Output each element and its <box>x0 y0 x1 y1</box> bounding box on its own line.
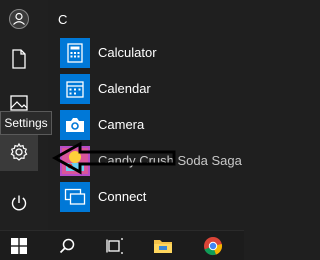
app-item-camera[interactable]: Camera <box>60 110 244 144</box>
app-label: Camera <box>98 117 145 132</box>
app-item-calendar[interactable]: Calendar <box>60 74 244 108</box>
chrome-icon <box>204 237 223 256</box>
app-item-connect[interactable]: Connect <box>60 182 244 216</box>
power-icon <box>11 195 27 211</box>
app-list: C Calculator Calendar Camera Candy Crush… <box>48 0 244 230</box>
search-button[interactable] <box>50 231 84 260</box>
settings-tooltip: Settings <box>0 111 52 135</box>
start-button[interactable] <box>2 231 36 260</box>
arrow-annotation-icon <box>51 141 176 175</box>
document-icon <box>12 49 26 69</box>
calendar-icon <box>60 74 90 104</box>
chrome-button[interactable] <box>196 231 230 260</box>
documents-button[interactable] <box>0 40 38 78</box>
app-item-calculator[interactable]: Calculator <box>60 38 244 72</box>
app-label: Calculator <box>98 45 157 60</box>
folder-icon <box>154 240 172 253</box>
camera-icon <box>60 110 90 140</box>
task-view-button[interactable] <box>98 231 132 260</box>
file-explorer-button[interactable] <box>146 231 180 260</box>
group-header-letter[interactable]: C <box>58 12 67 27</box>
user-account-button[interactable] <box>0 0 38 38</box>
user-icon <box>9 9 29 29</box>
app-label: Calendar <box>98 81 151 96</box>
task-view-icon <box>106 238 123 254</box>
settings-button[interactable] <box>0 133 38 171</box>
calculator-icon <box>60 38 90 68</box>
connect-icon <box>60 182 90 212</box>
windows-icon <box>11 238 27 254</box>
app-label: Connect <box>98 189 147 204</box>
pictures-icon <box>10 95 28 111</box>
search-icon <box>59 238 75 254</box>
gear-icon <box>10 142 28 161</box>
power-button[interactable] <box>0 184 38 222</box>
taskbar <box>0 230 244 260</box>
